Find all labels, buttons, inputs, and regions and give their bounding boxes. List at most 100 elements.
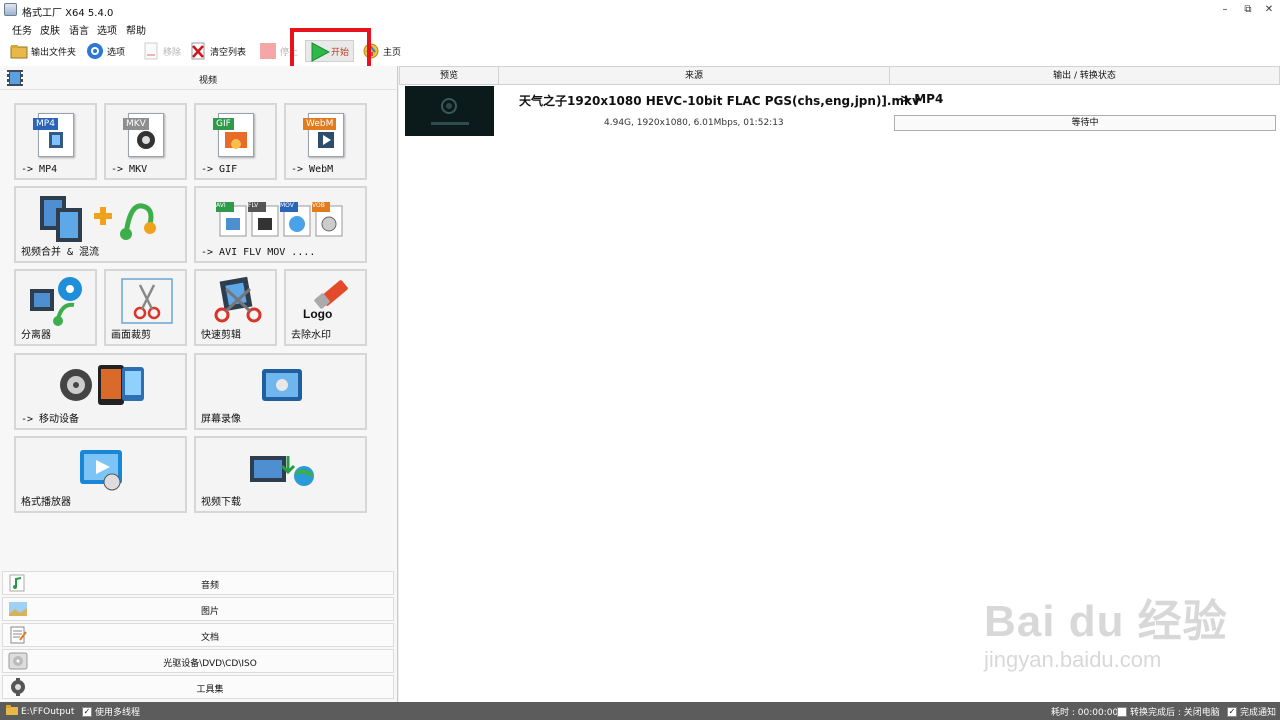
image-category-label: 图片	[200, 607, 219, 617]
mkv-tag: MKV	[123, 118, 149, 130]
multithread-option[interactable]: ✓ 使用多线程	[82, 705, 140, 718]
crop-tile[interactable]: 画面裁剪	[104, 269, 187, 346]
menu-skin[interactable]: 皮肤	[40, 22, 60, 37]
vob-tag: VOB	[312, 202, 325, 209]
video-merge-tile[interactable]: 视频合并 & 混流	[14, 186, 187, 263]
to-mkv-label: -> MKV	[111, 164, 148, 175]
remove-button[interactable]: 移除	[142, 40, 181, 62]
folder-small-icon	[6, 705, 18, 718]
menu-help[interactable]: 帮助	[126, 22, 146, 37]
title-bar: 格式工厂 X64 5.4.0 – ⧉ ✕	[0, 0, 1280, 20]
options-icon	[86, 42, 104, 60]
optical-drive-category-label: 光驱设备\DVD\CD\ISO	[163, 659, 257, 669]
to-webm-tile[interactable]: WebM -> WebM	[284, 103, 367, 180]
output-format: -> MP4	[895, 92, 944, 106]
mov-tag: MOV	[280, 202, 294, 209]
status-bar: E:\FFOutput ✓ 使用多线程 耗时 : 00:00:00 转换完成后 …	[0, 702, 1280, 720]
clear-list-button[interactable]: 清空列表	[189, 40, 246, 62]
column-source[interactable]: 来源	[498, 66, 890, 85]
close-button[interactable]: ✕	[1259, 2, 1279, 18]
toolbox-category-label: 工具集	[196, 685, 224, 695]
stop-icon	[259, 42, 277, 60]
elapsed-time-text: 耗时 : 00:00:00	[1051, 708, 1119, 718]
mobile-device-label: -> 移动设备	[21, 414, 80, 425]
output-path[interactable]: E:\FFOutput	[6, 705, 74, 718]
mobile-device-icon	[58, 363, 148, 410]
optical-drive-category[interactable]: 光驱设备\DVD\CD\ISO	[2, 649, 394, 673]
app-icon	[4, 3, 17, 16]
options-button[interactable]: 选项	[86, 40, 125, 62]
source-meta: 4.94G, 1920x1080, 6.01Mbps, 01:52:13	[604, 118, 784, 128]
avi-tag: AVI	[216, 202, 226, 209]
remove-icon	[142, 42, 160, 60]
watermark-sub: jingyan.baidu.com	[984, 647, 1162, 672]
mp4-tag: MP4	[33, 118, 58, 130]
menu-bar: 任务 皮肤 语言 选项 帮助	[0, 20, 1280, 38]
to-gif-label: -> GIF	[201, 164, 238, 175]
watermark-main: Bai du 经验	[984, 597, 1228, 646]
notify-label: 完成通知	[1240, 708, 1277, 718]
to-mp4-label: -> MP4	[21, 164, 58, 175]
to-webm-label: -> WebM	[291, 164, 334, 175]
elapsed-time: 耗时 : 00:00:00	[1051, 705, 1118, 718]
notify-checkbox[interactable]: ✓	[1227, 706, 1237, 717]
to-gif-tile[interactable]: GIF -> GIF	[194, 103, 277, 180]
window-title: 格式工厂 X64 5.4.0	[22, 8, 114, 19]
splitter-tile[interactable]: 分离器	[14, 269, 97, 346]
menu-task[interactable]: 任务	[12, 22, 32, 37]
to-avi-flv-mov-tile[interactable]: AVI FLV MOV VOB -> AVI FLV MOV ....	[194, 186, 367, 263]
video-download-label: 视频下载	[201, 497, 241, 508]
after-convert-checkbox[interactable]	[1117, 706, 1127, 717]
to-mp4-tile[interactable]: MP4 -> MP4	[14, 103, 97, 180]
restore-button[interactable]: ⧉	[1238, 2, 1258, 18]
splitter-label: 分离器	[21, 330, 51, 341]
crop-label: 画面裁剪	[111, 330, 151, 341]
screen-record-label: 屏幕录像	[201, 414, 241, 425]
mobile-device-tile[interactable]: -> 移动设备	[14, 353, 187, 430]
quick-cut-icon	[208, 275, 268, 330]
quick-cut-label: 快速剪辑	[201, 330, 241, 341]
video-download-tile[interactable]: 视频下载	[194, 436, 367, 513]
merge-icon	[38, 194, 168, 249]
output-folder-button[interactable]: 输出文件夹	[10, 40, 76, 62]
to-mkv-tile[interactable]: MKV -> MKV	[104, 103, 187, 180]
menu-options[interactable]: 选项	[97, 22, 117, 37]
quick-cut-tile[interactable]: 快速剪辑	[194, 269, 277, 346]
output-path-text: E:\FFOutput	[21, 706, 75, 717]
document-category-label: 文档	[200, 633, 219, 643]
video-merge-label: 视频合并 & 混流	[21, 247, 100, 258]
video-download-icon	[248, 450, 318, 493]
video-category-label: 视频	[198, 76, 217, 86]
clear-list-icon	[189, 42, 207, 60]
audio-category[interactable]: 音频	[2, 571, 394, 595]
format-player-label: 格式播放器	[21, 497, 71, 508]
logo-text: Logo	[303, 307, 333, 321]
column-preview[interactable]: 预览	[399, 66, 499, 85]
gif-file-icon: GIF	[213, 113, 254, 157]
screen-record-tile[interactable]: 屏幕录像	[194, 353, 367, 430]
output-folder-label: 输出文件夹	[31, 47, 77, 58]
format-player-tile[interactable]: 格式播放器	[14, 436, 187, 513]
image-category[interactable]: 图片	[2, 597, 394, 621]
webm-tag: WebM	[303, 118, 337, 130]
task-list-panel: 预览 来源 输出 / 转换状态 天气之子1920x1080 HEVC-10bit…	[399, 66, 1280, 702]
toolbox-category[interactable]: 工具集	[2, 675, 394, 699]
audio-category-label: 音频	[200, 581, 219, 591]
remove-watermark-tile[interactable]: Logo 去除水印	[284, 269, 367, 346]
source-filename: 天气之子1920x1080 HEVC-10bit FLAC PGS(chs,en…	[519, 94, 920, 108]
menu-language[interactable]: 语言	[69, 22, 89, 37]
options-label: 选项	[107, 47, 126, 58]
home-label: 主页	[383, 47, 402, 58]
player-icon	[78, 448, 126, 495]
multithread-checkbox[interactable]: ✓	[82, 706, 92, 717]
after-convert-option[interactable]: 转换完成后 : 关闭电脑	[1117, 705, 1220, 718]
column-output-status[interactable]: 输出 / 转换状态	[889, 66, 1280, 85]
folder-icon	[10, 42, 28, 60]
clear-list-label: 清空列表	[210, 47, 247, 58]
minimize-button[interactable]: –	[1215, 2, 1235, 18]
remove-watermark-label: 去除水印	[291, 330, 331, 341]
document-category[interactable]: 文档	[2, 623, 394, 647]
video-category-header[interactable]: 视频	[0, 66, 396, 90]
notify-option[interactable]: ✓ 完成通知	[1227, 705, 1276, 718]
screen-record-icon	[260, 367, 304, 408]
